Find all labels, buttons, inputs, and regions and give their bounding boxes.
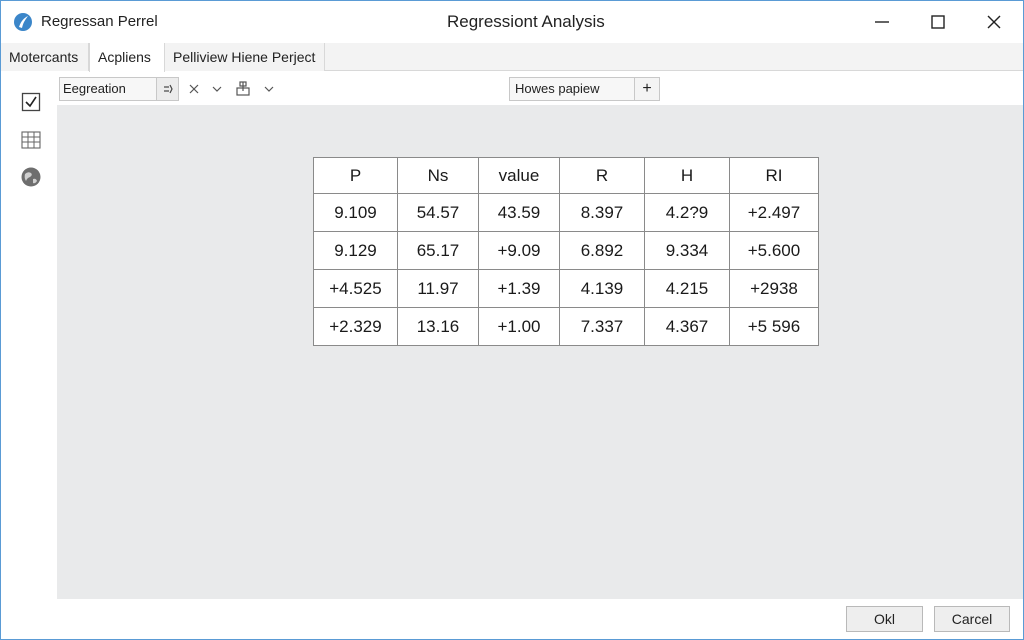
- grid-icon[interactable]: [20, 129, 42, 151]
- column-header: value: [478, 157, 560, 194]
- table-cell: 4.367: [644, 307, 730, 346]
- table-row: +4.525 11.97 +1.39 4.139 4.215 +2938: [313, 269, 819, 308]
- add-button[interactable]: +: [635, 77, 660, 101]
- app-window: Regressan Perrel Regressiont Analysis Mo…: [0, 0, 1024, 640]
- minimize-icon: [875, 21, 889, 23]
- tab-pelliview-hiene-perject[interactable]: Pelliview Hiene Perject: [165, 43, 325, 71]
- table-cell: 13.16: [397, 307, 479, 346]
- table-cell: 4.139: [559, 269, 645, 308]
- export-icon[interactable]: [233, 79, 253, 99]
- export-chevron-down-icon[interactable]: [259, 79, 279, 99]
- app-name: Regressan Perrel: [41, 13, 158, 30]
- table-cell: +2.329: [313, 307, 398, 346]
- table-cell: +4.525: [313, 269, 398, 308]
- clear-icon[interactable]: [184, 79, 204, 99]
- column-header: RI: [729, 157, 819, 194]
- table-cell: 7.337: [559, 307, 645, 346]
- table-cell: 9.334: [644, 231, 730, 270]
- table-row: 9.109 54.57 43.59 8.397 4.2?9 +2.497: [313, 193, 819, 232]
- table-cell: 11.97: [397, 269, 479, 308]
- select-dropdown-icon[interactable]: [156, 78, 178, 100]
- dialog-footer: Okl Carcel: [1, 599, 1023, 639]
- checkbox-icon[interactable]: [20, 91, 42, 113]
- tab-bar: Motercants Acpliens Pelliview Hiene Perj…: [1, 43, 1023, 72]
- left-toolbar: [1, 72, 57, 600]
- tab-motercants[interactable]: Motercants: [1, 43, 89, 71]
- select-value: Eegreation: [63, 81, 126, 96]
- column-header: H: [644, 157, 730, 194]
- regression-type-select[interactable]: Eegreation: [59, 77, 179, 101]
- table-row: +2.329 13.16 +1.00 7.337 4.367 +5 596: [313, 307, 819, 346]
- tab-acpliens[interactable]: Acpliens: [89, 43, 165, 72]
- table-cell: 9.129: [313, 231, 398, 270]
- ok-button[interactable]: Okl: [846, 606, 923, 632]
- app-logo-icon: [13, 12, 33, 32]
- table-cell: +9.09: [478, 231, 560, 270]
- table-cell: 54.57: [397, 193, 479, 232]
- table-row: 9.129 65.17 +9.09 6.892 9.334 +5.600: [313, 231, 819, 270]
- table-cell: +1.00: [478, 307, 560, 346]
- regression-results-table: P Ns value R H RI 9.109 54.57 43.59 8.39…: [313, 157, 819, 346]
- cancel-button[interactable]: Carcel: [934, 606, 1010, 632]
- table-cell: +2938: [729, 269, 819, 308]
- column-header: P: [313, 157, 398, 194]
- column-header: R: [559, 157, 645, 194]
- search-input[interactable]: Howes papiew: [509, 77, 635, 101]
- table-header-row: P Ns value R H RI: [313, 157, 819, 194]
- window-title: Regressiont Analysis: [447, 12, 605, 31]
- toolbar: Eegreation Howes papiew +: [57, 72, 1023, 105]
- maximize-button[interactable]: [915, 7, 961, 37]
- table-cell: 4.215: [644, 269, 730, 308]
- maximize-icon: [931, 15, 945, 29]
- table-cell: 65.17: [397, 231, 479, 270]
- column-header: Ns: [397, 157, 479, 194]
- globe-icon[interactable]: [20, 166, 42, 188]
- table-cell: +5.600: [729, 231, 819, 270]
- close-button[interactable]: [971, 7, 1017, 37]
- minimize-button[interactable]: [859, 7, 905, 37]
- title-bar: Regressan Perrel Regressiont Analysis: [1, 1, 1023, 43]
- table-cell: +5 596: [729, 307, 819, 346]
- table-cell: 6.892: [559, 231, 645, 270]
- table-cell: +2.497: [729, 193, 819, 232]
- table-cell: 43.59: [478, 193, 560, 232]
- content-area: P Ns value R H RI 9.109 54.57 43.59 8.39…: [57, 105, 1023, 599]
- chevron-down-icon[interactable]: [207, 79, 227, 99]
- close-icon: [987, 15, 1001, 29]
- table-cell: 8.397: [559, 193, 645, 232]
- table-cell: 9.109: [313, 193, 398, 232]
- table-cell: +1.39: [478, 269, 560, 308]
- table-cell: 4.2?9: [644, 193, 730, 232]
